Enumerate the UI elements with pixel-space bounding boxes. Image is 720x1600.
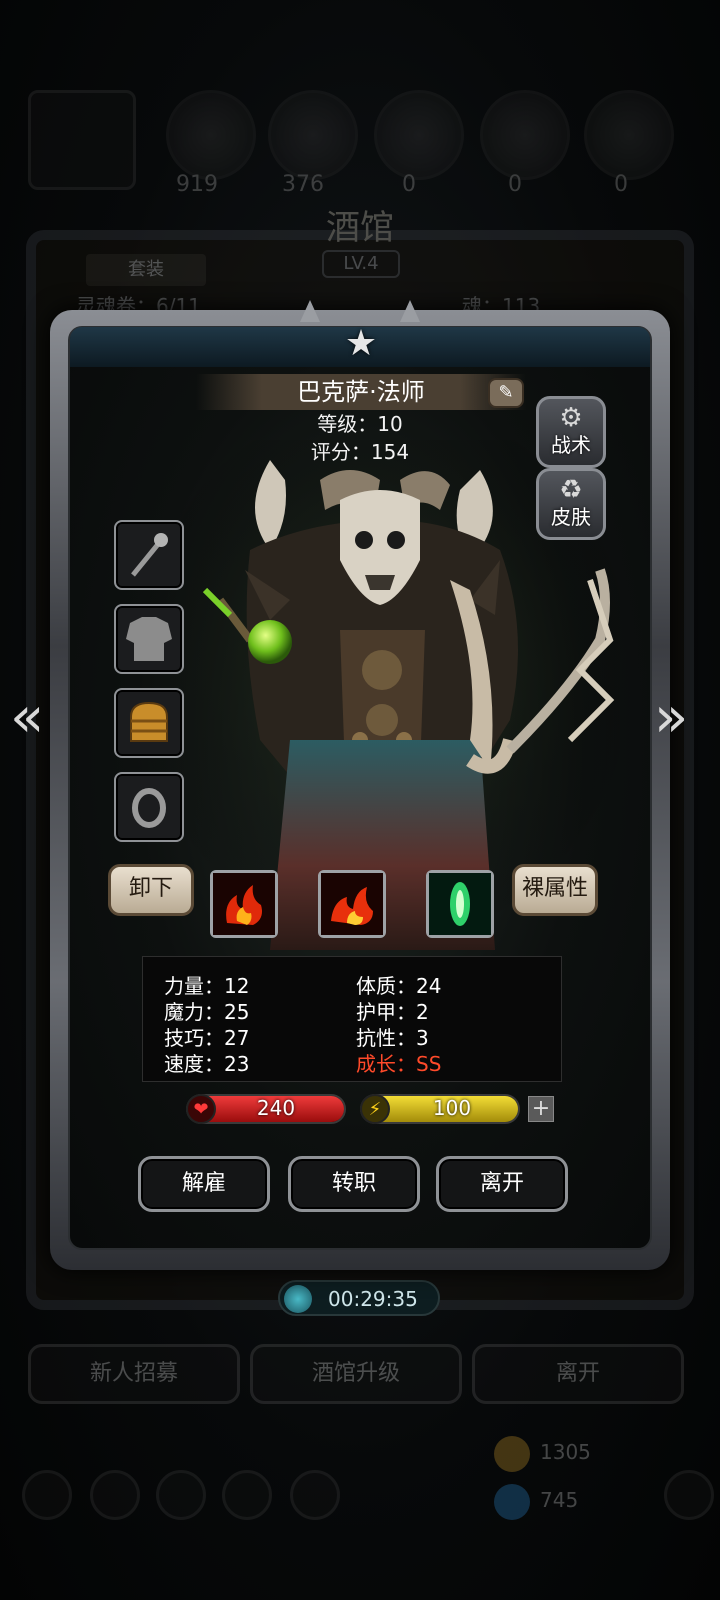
- heart-icon: ❤: [186, 1094, 216, 1124]
- timer-text: 00:29:35: [328, 1287, 418, 1311]
- attr-strength: 力量：12: [164, 974, 250, 998]
- energy-value: 100: [432, 1096, 472, 1120]
- bg-resource-icon: [268, 90, 358, 180]
- staff-icon: [131, 533, 168, 577]
- skill-slot-3[interactable]: [426, 870, 494, 938]
- bg-resource-icon: [374, 90, 464, 180]
- leave-button[interactable]: 离开: [436, 1156, 568, 1212]
- dock-icon: [222, 1470, 272, 1520]
- attr-growth: 成长：SS: [356, 1052, 442, 1076]
- bg-set-tab: 套装: [86, 254, 206, 286]
- star-icon: ★: [344, 323, 378, 364]
- dock-icon: [290, 1470, 340, 1520]
- frame-spike: [400, 300, 420, 322]
- equipment-slot-armor[interactable]: [114, 604, 184, 674]
- equipment-slot-helmet[interactable]: [114, 688, 184, 758]
- hero-score: 评分：154: [310, 440, 410, 464]
- lightning-icon: ⚡: [360, 1094, 390, 1124]
- shirt-icon: ♻: [559, 475, 583, 505]
- bg-resource-count: 376: [282, 172, 324, 197]
- bg-tavern-title: 酒馆: [326, 208, 394, 248]
- dock-icon: [156, 1470, 206, 1520]
- skill-slot-1[interactable]: [210, 870, 278, 938]
- frame-spike: [300, 300, 320, 322]
- bg-resource-icon: [584, 90, 674, 180]
- attr-armor: 护甲：2: [356, 1000, 429, 1024]
- bg-upgrade-button: 酒馆升级: [250, 1344, 462, 1404]
- gear-icon: ⚙: [559, 403, 583, 433]
- gem-icon: [494, 1484, 530, 1520]
- bg-resource-count: 0: [508, 172, 522, 197]
- fire-skill-icon: [321, 873, 383, 935]
- dismiss-button[interactable]: 解雇: [138, 1156, 270, 1212]
- add-energy-button[interactable]: +: [528, 1096, 554, 1122]
- next-hero-arrow-icon[interactable]: »: [654, 688, 688, 748]
- hp-value: 240: [256, 1096, 296, 1120]
- equipment-slot-ring[interactable]: [114, 772, 184, 842]
- clock-icon: [284, 1285, 312, 1313]
- equipment-slot-weapon[interactable]: [114, 520, 184, 590]
- pencil-icon: ✎: [498, 382, 514, 403]
- edit-name-button[interactable]: ✎: [488, 378, 524, 408]
- dock-icon: [22, 1470, 72, 1520]
- poison-skill-icon: [429, 873, 491, 935]
- skin-button[interactable]: ♻ 皮肤: [536, 468, 606, 540]
- bg-resource-count: 0: [402, 172, 416, 197]
- skin-label: 皮肤: [551, 505, 591, 529]
- dock-icon: [664, 1470, 714, 1520]
- armor-icon: [126, 617, 172, 661]
- attr-resistance: 抗性：3: [356, 1026, 429, 1050]
- bg-gold-count: 1305: [540, 1440, 591, 1464]
- bg-leave-button: 离开: [472, 1344, 684, 1404]
- bg-resource-count: 0: [614, 172, 628, 197]
- ring-icon: [132, 788, 166, 828]
- attr-skill: 技巧：27: [164, 1026, 250, 1050]
- transfer-class-button[interactable]: 转职: [288, 1156, 420, 1212]
- dock-icon: [90, 1470, 140, 1520]
- bg-gem-count: 745: [540, 1488, 579, 1512]
- bg-resource-icon: [480, 90, 570, 180]
- hero-level: 等级：10: [317, 412, 403, 436]
- previous-hero-arrow-icon[interactable]: «: [10, 688, 44, 748]
- bg-tavern-level: LV.4: [322, 250, 400, 278]
- tactics-button[interactable]: ⚙ 战术: [536, 396, 606, 468]
- tavern-timer: 00:29:35: [278, 1280, 440, 1316]
- bg-resource-count: 919: [176, 172, 218, 197]
- attr-constitution: 体质：24: [356, 974, 442, 998]
- attr-speed: 速度：23: [164, 1052, 250, 1076]
- attr-magic: 魔力：25: [164, 1000, 250, 1024]
- bg-slot-icon: [28, 90, 136, 190]
- bg-resource-icon: [166, 90, 256, 180]
- unequip-button[interactable]: 卸下: [108, 864, 194, 916]
- helmet-icon: [130, 701, 168, 742]
- tactics-label: 战术: [551, 433, 591, 457]
- hero-name: 巴克萨·法师: [297, 378, 425, 406]
- gold-coin-icon: [494, 1436, 530, 1472]
- fire-skill-icon: [213, 873, 275, 935]
- skill-slot-2[interactable]: [318, 870, 386, 938]
- bare-attributes-button[interactable]: 裸属性: [512, 864, 598, 916]
- bg-recruit-button: 新人招募: [28, 1344, 240, 1404]
